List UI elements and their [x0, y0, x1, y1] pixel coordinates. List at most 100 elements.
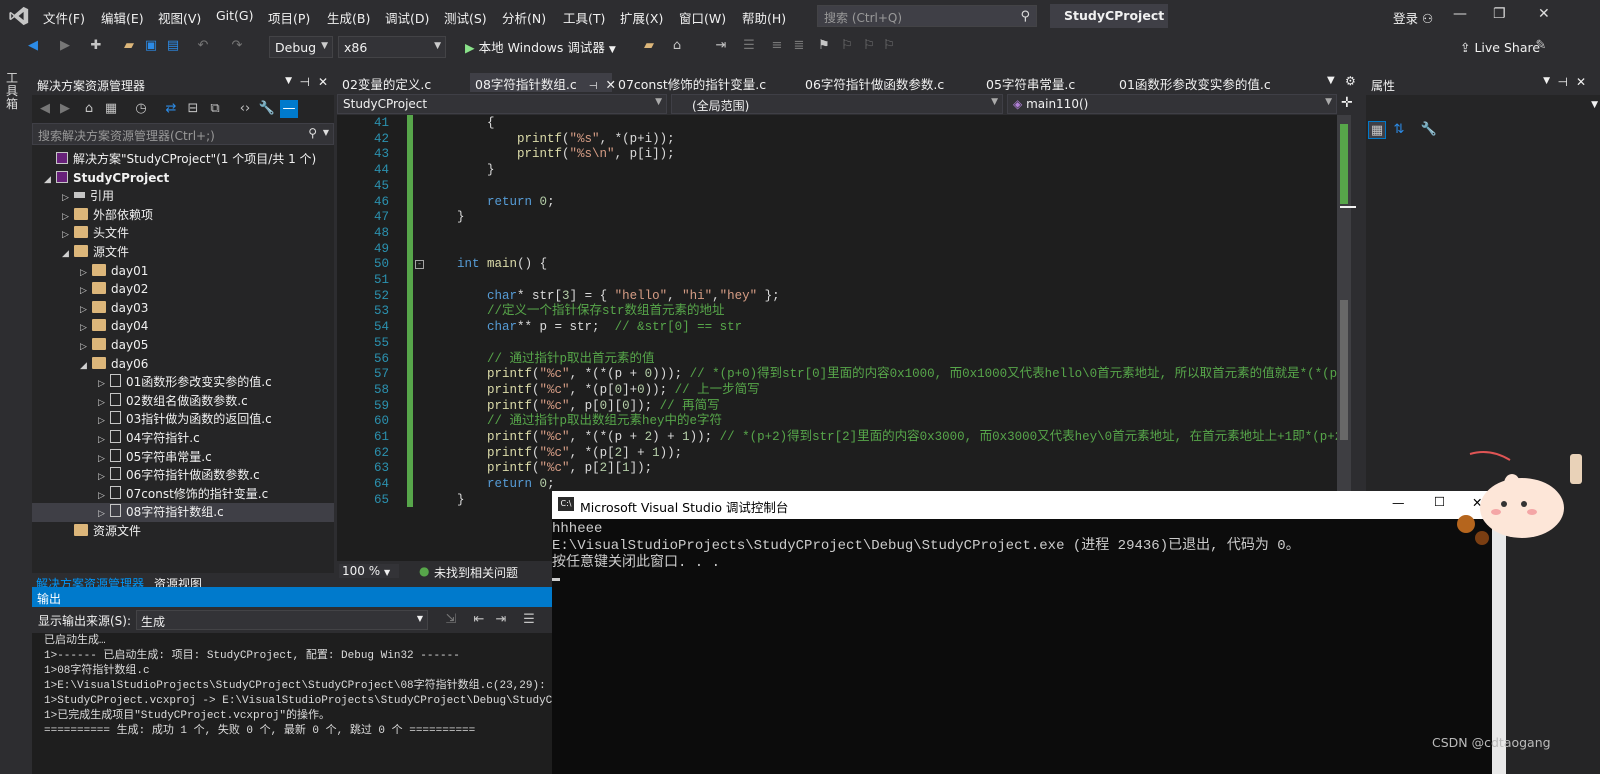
tab-06[interactable]: 06字符指针做函数参数.c — [800, 73, 949, 92]
menu-item[interactable]: 项目(P) — [268, 8, 310, 27]
object-select-arrow[interactable]: ▼ — [1591, 100, 1598, 110]
tab-07[interactable]: 07const修饰的指针变量.c — [613, 73, 771, 92]
save-icon[interactable]: ▣ — [142, 37, 160, 55]
switch-view-icon[interactable]: ▦ — [102, 100, 120, 118]
toolbox-tab[interactable]: 工具箱 — [6, 72, 20, 111]
redo-icon[interactable]: ↷ — [228, 37, 246, 55]
tree-item[interactable]: ◢ StudyCProject — [32, 169, 334, 188]
menu-item[interactable]: 扩展(X) — [620, 8, 663, 27]
back-icon[interactable]: ◀ — [36, 100, 54, 118]
folder-icon[interactable]: ▰ — [640, 37, 658, 55]
tab-02[interactable]: 02变量的定义.c — [337, 73, 436, 92]
next-message-icon[interactable]: ⇥ — [492, 611, 510, 629]
save-all-icon[interactable]: ▤ — [164, 37, 182, 55]
prev-bookmark-icon[interactable]: ⚐ — [838, 37, 856, 55]
categorized-icon[interactable]: ▦ — [1368, 121, 1386, 139]
forward-icon[interactable]: ▶ — [56, 100, 74, 118]
gear-icon[interactable]: ⚙ — [1345, 74, 1356, 88]
live-share-button[interactable]: ⇪ Live Share — [1460, 40, 1540, 55]
project-nav-select[interactable]: StudyCProject ▼ — [337, 94, 667, 114]
tree-item[interactable]: ▷ 05字符串常量.c — [32, 448, 334, 467]
menu-item[interactable]: 编辑(E) — [101, 8, 144, 27]
tree-item[interactable]: ▷ 头文件 — [32, 224, 334, 243]
platform-select[interactable]: x86 ▼ — [338, 36, 446, 58]
browser-icon[interactable]: ⌂ — [668, 37, 686, 55]
solution-search-input[interactable]: 搜索解决方案资源管理器(Ctrl+;) ⚲ ▼ — [32, 123, 334, 145]
property-pages-icon[interactable]: 🔧 — [1420, 121, 1438, 139]
tree-item[interactable]: ▷ 04字符指针.c — [32, 429, 334, 448]
menu-item[interactable]: 视图(V) — [158, 8, 201, 27]
pin-icon[interactable]: ⊣ — [300, 75, 310, 89]
menu-item[interactable]: 测试(S) — [444, 8, 487, 27]
close-icon[interactable]: ✕ — [1576, 75, 1586, 89]
tree-item[interactable]: 解决方案"StudyCProject"(1 个项目/共 1 个) — [32, 150, 334, 169]
menu-item[interactable]: 窗口(W) — [679, 8, 726, 27]
pin-icon[interactable]: ⊣ — [589, 81, 598, 92]
tree-item[interactable]: ▷ day04 — [32, 317, 334, 336]
home-icon[interactable]: ⌂ — [80, 100, 98, 118]
preview-icon[interactable]: — — [280, 100, 298, 118]
member-nav-select[interactable]: ◈ main110() ▼ — [1007, 94, 1337, 114]
tree-item[interactable]: ▷ 02数组名做函数参数.c — [32, 392, 334, 411]
forward-icon[interactable]: ▶ — [56, 37, 74, 55]
tree-item[interactable]: ▷ 引用 — [32, 187, 334, 206]
tab-08-active[interactable]: 08字符指针数组.c ⊣ ✕ — [470, 73, 616, 92]
copy-icon[interactable]: ⧉ — [206, 100, 224, 118]
menu-item[interactable]: 工具(T) — [563, 8, 605, 27]
prev-message-icon[interactable]: ⇤ — [470, 611, 488, 629]
menu-item[interactable]: 帮助(H) — [742, 8, 786, 27]
menu-item[interactable]: Git(G) — [216, 8, 254, 23]
code-icon[interactable]: ‹› — [236, 100, 254, 118]
tree-item[interactable]: ◢ day06 — [32, 355, 334, 374]
new-project-icon[interactable]: ✚ — [87, 37, 105, 55]
bookmark-icon[interactable]: ⚑ — [815, 37, 833, 55]
tree-item[interactable]: ▷ 08字符指针数组.c — [32, 503, 334, 523]
tree-item[interactable]: ▷ day05 — [32, 336, 334, 355]
zoom-select[interactable]: 100 % ▼ — [339, 564, 399, 578]
tree-item[interactable]: ▷ 06字符指针做函数参数.c — [32, 466, 334, 485]
minimize-button[interactable]: — — [1392, 495, 1405, 510]
undo-icon[interactable]: ↶ — [194, 37, 212, 55]
outdent-icon[interactable]: ≣ — [790, 37, 808, 55]
feedback-icon[interactable]: ✎ — [1532, 37, 1550, 55]
start-debugging-button[interactable]: ▶ 本地 Windows 调试器 ▼ — [465, 37, 616, 56]
menu-item[interactable]: 文件(F) — [43, 8, 85, 27]
find-message-icon[interactable]: ⇲ — [442, 611, 460, 629]
tab-05[interactable]: 05字符串常量.c — [981, 73, 1080, 92]
back-icon[interactable]: ◀ — [24, 37, 42, 55]
close-button[interactable]: ✕ — [1538, 6, 1550, 22]
scope-nav-select[interactable]: (全局范围) ▼ — [671, 94, 1003, 114]
menu-item[interactable]: 调试(D) — [385, 8, 429, 27]
pending-changes-icon[interactable]: ◷ — [132, 100, 150, 118]
maximize-button[interactable]: ❐ — [1493, 6, 1506, 22]
sort-alpha-icon[interactable]: ⇅ — [1390, 121, 1408, 139]
menu-item[interactable]: 分析(N) — [502, 8, 546, 27]
collapse-all-icon[interactable]: ⊟ — [184, 100, 202, 118]
menu-item[interactable]: 生成(B) — [327, 8, 370, 27]
maximize-button[interactable]: ☐ — [1434, 494, 1445, 509]
tree-item[interactable]: ▷ day02 — [32, 280, 334, 299]
open-file-icon[interactable]: ▰ — [120, 37, 138, 55]
chevron-down-icon[interactable]: ▼ — [285, 76, 292, 86]
tree-item[interactable]: ▷ 07const修饰的指针变量.c — [32, 485, 334, 504]
output-source-select[interactable]: 生成 ▼ — [136, 610, 428, 630]
next-bookmark-icon[interactable]: ⚐ — [860, 37, 878, 55]
tab-list-icon[interactable]: ▼ — [1327, 75, 1335, 86]
clear-bookmark-icon[interactable]: ⚐ — [880, 37, 898, 55]
login-button[interactable]: 登录 ⚇ — [1393, 8, 1433, 27]
tree-item[interactable]: ◢ 源文件 — [32, 243, 334, 262]
tree-item[interactable]: ▷ day01 — [32, 262, 334, 281]
pin-icon[interactable]: ⊣ — [1558, 75, 1568, 89]
chevron-down-icon[interactable]: ▼ — [1543, 76, 1550, 86]
fold-icon[interactable]: - — [415, 260, 424, 270]
tree-item[interactable]: ▷ 03指针做为函数的返回值.c — [32, 410, 334, 429]
configuration-select[interactable]: Debug ▼ — [269, 36, 333, 58]
search-box[interactable]: 搜索 (Ctrl+Q) ⚲ — [817, 5, 1037, 27]
close-icon[interactable]: ✕ — [318, 75, 328, 89]
tree-item[interactable]: 资源文件 — [32, 522, 334, 541]
sync-icon[interactable]: ⇄ — [162, 100, 180, 118]
tree-item[interactable]: ▷ 外部依赖项 — [32, 206, 334, 225]
format-icon[interactable]: ☰ — [740, 37, 758, 55]
indent-icon[interactable]: ≡ — [768, 37, 786, 55]
clear-all-icon[interactable]: ☰ — [520, 611, 538, 629]
